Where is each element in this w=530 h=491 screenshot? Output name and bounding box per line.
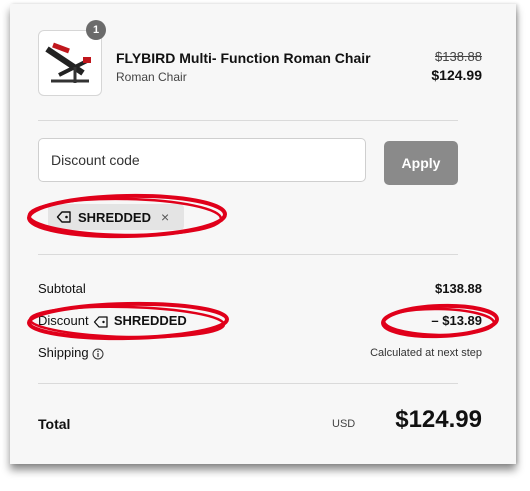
- applied-discount-code: SHREDDED: [78, 209, 151, 225]
- total-value: $124.99: [395, 406, 482, 433]
- shipping-label: Shipping: [38, 345, 89, 360]
- apply-discount-button[interactable]: Apply: [384, 141, 458, 185]
- discount-label: Discount: [38, 313, 89, 328]
- remove-discount-icon[interactable]: ×: [161, 209, 169, 225]
- divider: [38, 120, 458, 121]
- subtotal-value: $138.88: [435, 281, 482, 296]
- applied-discount-tag: SHREDDED ×: [48, 204, 184, 230]
- tag-icon: [56, 211, 71, 223]
- product-name: FLYBIRD Multi- Function Roman Chair: [116, 50, 371, 66]
- currency-code: USD: [332, 418, 356, 430]
- divider: [38, 383, 458, 384]
- divider: [38, 254, 458, 255]
- tag-icon: [94, 315, 108, 328]
- discount-code: SHREDDED: [113, 313, 187, 328]
- shipping-row: Shipping: [38, 345, 104, 360]
- discount-value: – $13.89: [431, 313, 482, 328]
- info-icon[interactable]: [92, 348, 104, 360]
- product-thumbnail: [38, 30, 102, 96]
- subtotal-label: Subtotal: [38, 281, 86, 296]
- shipping-value: Calculated at next step: [370, 347, 482, 359]
- roman-chair-image: [45, 42, 91, 83]
- original-price: $138.88: [435, 49, 482, 64]
- product-variant: Roman Chair: [116, 70, 187, 84]
- discount-row-label: Discount SHREDDED: [38, 313, 187, 329]
- discount-code-input[interactable]: [38, 138, 366, 182]
- discounted-price: $124.99: [431, 67, 482, 83]
- quantity-badge: 1: [86, 20, 106, 40]
- total-label: Total: [38, 416, 71, 432]
